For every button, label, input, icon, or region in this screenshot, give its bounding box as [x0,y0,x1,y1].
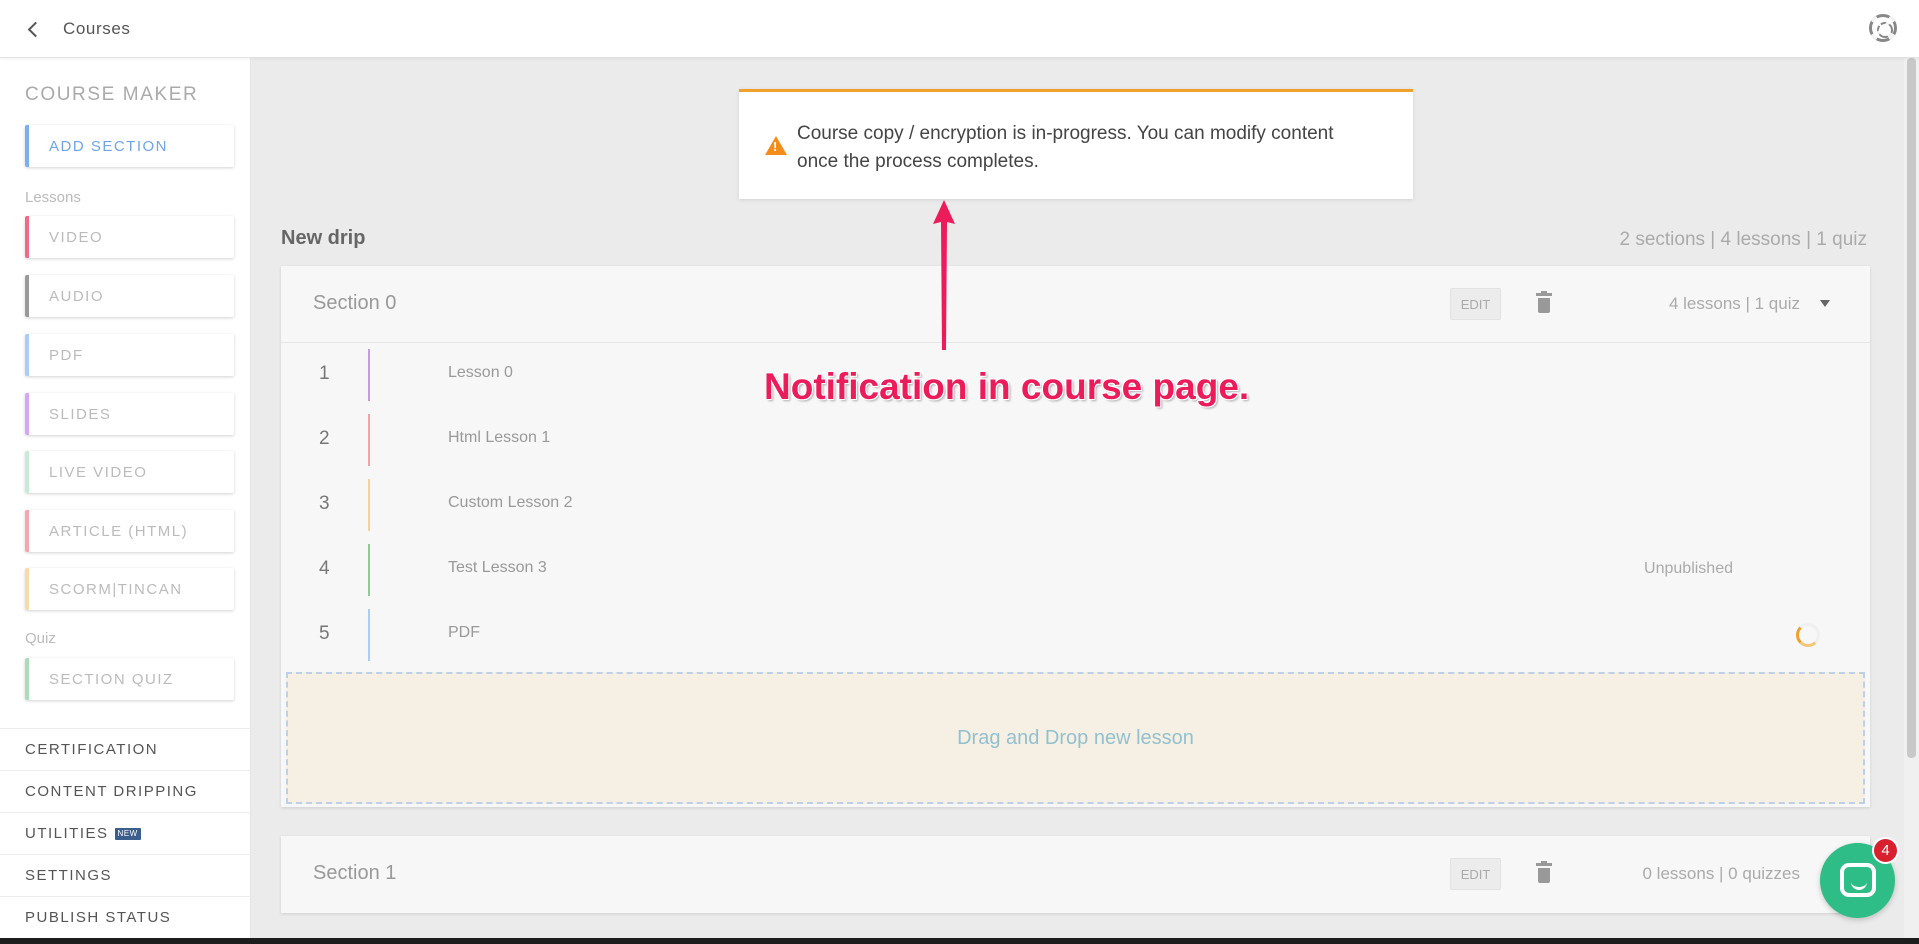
drip-stats: 2 sections | 4 lessons | 1 quiz [1619,229,1867,250]
lesson-row[interactable]: 5 PDF [281,603,1870,668]
chevron-left-icon [27,21,44,37]
lesson-number: 3 [319,493,330,514]
lesson-type-label: LIVE VIDEO [49,463,148,481]
section-quiz-label: SECTION QUIZ [49,670,174,688]
drip-title: New drip [281,227,366,249]
edit-section-button[interactable]: EDIT [1450,288,1501,320]
sidebar-link-content-dripping[interactable]: CONTENT DRIPPING [0,770,251,812]
lesson-title: Custom Lesson 2 [448,494,573,511]
caret-down-icon[interactable] [1820,300,1830,307]
annotation-arrow [933,200,955,350]
help-lifebuoy-icon[interactable] [1869,14,1897,42]
scrollbar-thumb[interactable] [1907,58,1916,758]
lesson-row[interactable]: 4 Test Lesson 3 Unpublished [281,538,1870,603]
lesson-type-label: PDF [49,346,84,364]
lesson-type-bar [368,414,370,466]
lesson-title: PDF [448,624,480,641]
lesson-number: 5 [319,623,330,644]
add-section-label: ADD SECTION [49,137,169,155]
lesson-type-slides[interactable]: SLIDES [25,393,234,435]
section-card: Section 1 EDIT 0 lessons | 0 quizzes [281,836,1870,913]
notification-message: Course copy / encryption is in-progress.… [797,123,1334,172]
lesson-type-live-video[interactable]: LIVE VIDEO [25,451,234,493]
section-name: Section 1 [313,862,397,884]
sidebar-link-utilities[interactable]: UTILITIES NEW [0,812,251,854]
back-label: Courses [63,19,131,38]
sidebar-link-settings[interactable]: SETTINGS [0,854,251,896]
lesson-type-article-html[interactable]: ARTICLE (HTML) [25,510,234,552]
quiz-group-label: Quiz [25,630,56,647]
lesson-type-bar [368,349,370,401]
sidebar-link-label: CERTIFICATION [25,741,159,758]
lessons-group-label: Lessons [25,189,81,206]
bottom-strip [0,938,1919,944]
add-section-button[interactable]: ADD SECTION [25,125,234,167]
lesson-type-label: AUDIO [49,287,105,305]
back-to-courses-link[interactable]: Courses [24,17,154,41]
section-count: 4 lessons | 1 quiz [1668,294,1800,313]
lesson-type-label: SLIDES [49,405,112,423]
lesson-title: Html Lesson 1 [448,429,551,446]
lesson-type-scorm-tincan[interactable]: SCORM|TINCAN [25,568,234,610]
trash-icon[interactable] [1536,861,1552,883]
lesson-type-pdf[interactable]: PDF [25,334,234,376]
lesson-title: Lesson 0 [448,364,513,381]
section-header: Section 1 EDIT 0 lessons | 0 quizzes [281,836,1870,913]
lesson-number: 4 [319,558,330,579]
sidebar-title: COURSE MAKER [25,84,199,105]
sidebar-link-label: CONTENT DRIPPING [25,783,198,800]
sidebar-link-publish-status[interactable]: PUBLISH STATUS [0,896,251,938]
sidebar-link-certification[interactable]: CERTIFICATION [0,728,251,770]
page-scrollbar[interactable] [1904,58,1919,944]
loading-spinner-icon [1796,623,1820,647]
new-badge: NEW [114,827,141,840]
lesson-title: Test Lesson 3 [448,559,547,576]
lesson-row[interactable]: 2 Html Lesson 1 [281,408,1870,473]
section-name: Section 0 [313,292,397,314]
lesson-number: 1 [319,363,330,384]
lesson-type-bar [368,609,370,661]
chat-unread-badge: 4 [1872,837,1899,864]
section-count: 0 lessons | 0 quizzes [1642,864,1801,883]
lesson-type-label: ARTICLE (HTML) [49,522,189,540]
lesson-type-video[interactable]: VIDEO [25,216,234,258]
lesson-type-bar [368,479,370,531]
lesson-type-audio[interactable]: AUDIO [25,275,234,317]
annotation-caption: Notification in course page. [764,366,1250,407]
section-header: Section 0 EDIT 4 lessons | 1 quiz [281,266,1870,343]
section-quiz-button[interactable]: SECTION QUIZ [25,658,234,700]
unpublished-status: Unpublished [1644,560,1733,577]
lesson-row[interactable]: 3 Custom Lesson 2 [281,473,1870,538]
lesson-type-label: SCORM|TINCAN [49,580,183,598]
chat-launcher-button[interactable]: 4 [1820,837,1899,918]
course-maker-sidebar: COURSE MAKER ADD SECTION Lessons VIDEO A… [0,58,251,944]
edit-section-button[interactable]: EDIT [1450,858,1501,890]
trash-icon[interactable] [1536,291,1552,313]
annotation-arrow-shape [933,200,955,350]
lesson-dropzone[interactable]: Drag and Drop new lesson [286,672,1865,804]
in-progress-notification: Course copy / encryption is in-progress.… [739,89,1413,199]
sidebar-link-label: SETTINGS [25,867,113,884]
section-card: Section 0 EDIT 4 lessons | 1 quiz 1 Less… [281,266,1870,807]
sidebar-link-label: UTILITIES [25,825,109,842]
top-bar: Courses [0,0,1919,58]
lesson-number: 2 [319,428,330,449]
lesson-type-label: VIDEO [49,228,104,246]
warning-icon [765,136,787,155]
lesson-type-bar [368,544,370,596]
sidebar-link-label: PUBLISH STATUS [25,909,172,926]
chat-icon [1840,863,1876,897]
